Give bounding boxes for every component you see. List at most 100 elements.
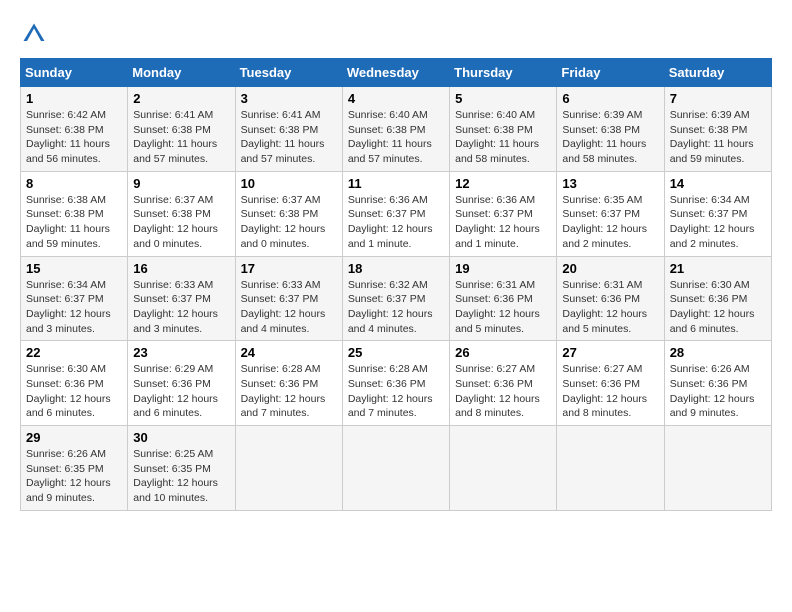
calendar-week-row: 22Sunrise: 6:30 AM Sunset: 6:36 PM Dayli…: [21, 341, 772, 426]
calendar-cell: 13 Sunrise: 6:35 AM Sunset: 6:37 PM Dayli…: [557, 171, 664, 256]
calendar-cell: 15Sunrise: 6:34 AM Sunset: 6:37 PM Dayli…: [21, 256, 128, 341]
calendar-cell: 12 Sunrise: 6:36 AM Sunset: 6:37 PM Dayli…: [450, 171, 557, 256]
day-number: 23: [133, 345, 229, 360]
calendar-cell: 1Sunrise: 6:42 AM Sunset: 6:38 PM Daylig…: [21, 87, 128, 172]
day-detail: Sunrise: 6:27 AM Sunset: 6:36 PM Dayligh…: [562, 362, 658, 421]
day-detail: Sunrise: 6:26 AM Sunset: 6:35 PM Dayligh…: [26, 447, 122, 506]
day-number: 19: [455, 261, 551, 276]
day-number: 28: [670, 345, 766, 360]
calendar-cell: 5 Sunrise: 6:40 AM Sunset: 6:38 PM Daylig…: [450, 87, 557, 172]
day-detail: Sunrise: 6:27 AM Sunset: 6:36 PM Dayligh…: [455, 362, 551, 421]
calendar-cell: [450, 426, 557, 511]
day-number: 7: [670, 91, 766, 106]
day-detail: Sunrise: 6:40 AM Sunset: 6:38 PM Dayligh…: [348, 108, 444, 167]
calendar-cell: 10 Sunrise: 6:37 AM Sunset: 6:38 PM Dayli…: [235, 171, 342, 256]
calendar-cell: [557, 426, 664, 511]
day-number: 30: [133, 430, 229, 445]
day-detail: Sunrise: 6:31 AM Sunset: 6:36 PM Dayligh…: [562, 278, 658, 337]
logo-icon: [20, 20, 48, 48]
col-monday: Monday: [128, 59, 235, 87]
calendar-week-row: 8 Sunrise: 6:38 AM Sunset: 6:38 PM Daylig…: [21, 171, 772, 256]
day-detail: Sunrise: 6:36 AM Sunset: 6:37 PM Dayligh…: [348, 193, 444, 252]
day-detail: Sunrise: 6:41 AM Sunset: 6:38 PM Dayligh…: [133, 108, 229, 167]
calendar-cell: 4 Sunrise: 6:40 AM Sunset: 6:38 PM Daylig…: [342, 87, 449, 172]
day-detail: Sunrise: 6:39 AM Sunset: 6:38 PM Dayligh…: [670, 108, 766, 167]
day-number: 18: [348, 261, 444, 276]
day-detail: Sunrise: 6:28 AM Sunset: 6:36 PM Dayligh…: [348, 362, 444, 421]
calendar-week-row: 15Sunrise: 6:34 AM Sunset: 6:37 PM Dayli…: [21, 256, 772, 341]
day-number: 26: [455, 345, 551, 360]
calendar-cell: [664, 426, 771, 511]
page-header: [20, 20, 772, 48]
day-number: 4: [348, 91, 444, 106]
calendar-cell: 30Sunrise: 6:25 AM Sunset: 6:35 PM Dayli…: [128, 426, 235, 511]
calendar-cell: 28 Sunrise: 6:26 AM Sunset: 6:36 PM Dayli…: [664, 341, 771, 426]
day-number: 5: [455, 91, 551, 106]
calendar-cell: [342, 426, 449, 511]
calendar-header-row: Sunday Monday Tuesday Wednesday Thursday…: [21, 59, 772, 87]
day-number: 6: [562, 91, 658, 106]
col-thursday: Thursday: [450, 59, 557, 87]
day-detail: Sunrise: 6:42 AM Sunset: 6:38 PM Dayligh…: [26, 108, 122, 167]
col-tuesday: Tuesday: [235, 59, 342, 87]
day-number: 29: [26, 430, 122, 445]
day-number: 25: [348, 345, 444, 360]
calendar-cell: 11 Sunrise: 6:36 AM Sunset: 6:37 PM Dayli…: [342, 171, 449, 256]
calendar-cell: 8 Sunrise: 6:38 AM Sunset: 6:38 PM Daylig…: [21, 171, 128, 256]
calendar-cell: 29 Sunrise: 6:26 AM Sunset: 6:35 PM Dayli…: [21, 426, 128, 511]
calendar-cell: 16 Sunrise: 6:33 AM Sunset: 6:37 PM Dayli…: [128, 256, 235, 341]
calendar-cell: 6 Sunrise: 6:39 AM Sunset: 6:38 PM Daylig…: [557, 87, 664, 172]
day-number: 20: [562, 261, 658, 276]
day-detail: Sunrise: 6:37 AM Sunset: 6:38 PM Dayligh…: [241, 193, 337, 252]
day-number: 17: [241, 261, 337, 276]
day-number: 10: [241, 176, 337, 191]
day-number: 24: [241, 345, 337, 360]
day-detail: Sunrise: 6:36 AM Sunset: 6:37 PM Dayligh…: [455, 193, 551, 252]
day-detail: Sunrise: 6:31 AM Sunset: 6:36 PM Dayligh…: [455, 278, 551, 337]
calendar-cell: 7 Sunrise: 6:39 AM Sunset: 6:38 PM Daylig…: [664, 87, 771, 172]
day-number: 27: [562, 345, 658, 360]
calendar-week-row: 1Sunrise: 6:42 AM Sunset: 6:38 PM Daylig…: [21, 87, 772, 172]
calendar-cell: [235, 426, 342, 511]
calendar-cell: 22Sunrise: 6:30 AM Sunset: 6:36 PM Dayli…: [21, 341, 128, 426]
calendar-cell: 9 Sunrise: 6:37 AM Sunset: 6:38 PM Daylig…: [128, 171, 235, 256]
calendar-cell: 20 Sunrise: 6:31 AM Sunset: 6:36 PM Dayli…: [557, 256, 664, 341]
calendar-cell: 23 Sunrise: 6:29 AM Sunset: 6:36 PM Dayli…: [128, 341, 235, 426]
calendar-cell: 24 Sunrise: 6:28 AM Sunset: 6:36 PM Dayli…: [235, 341, 342, 426]
day-number: 3: [241, 91, 337, 106]
calendar-cell: 14 Sunrise: 6:34 AM Sunset: 6:37 PM Dayli…: [664, 171, 771, 256]
calendar-cell: 18Sunrise: 6:32 AM Sunset: 6:37 PM Dayli…: [342, 256, 449, 341]
calendar-cell: 21Sunrise: 6:30 AM Sunset: 6:36 PM Dayli…: [664, 256, 771, 341]
day-number: 16: [133, 261, 229, 276]
day-detail: Sunrise: 6:37 AM Sunset: 6:38 PM Dayligh…: [133, 193, 229, 252]
day-detail: Sunrise: 6:40 AM Sunset: 6:38 PM Dayligh…: [455, 108, 551, 167]
day-number: 2: [133, 91, 229, 106]
day-detail: Sunrise: 6:28 AM Sunset: 6:36 PM Dayligh…: [241, 362, 337, 421]
day-number: 15: [26, 261, 122, 276]
day-number: 14: [670, 176, 766, 191]
day-detail: Sunrise: 6:29 AM Sunset: 6:36 PM Dayligh…: [133, 362, 229, 421]
day-detail: Sunrise: 6:41 AM Sunset: 6:38 PM Dayligh…: [241, 108, 337, 167]
day-number: 11: [348, 176, 444, 191]
day-detail: Sunrise: 6:26 AM Sunset: 6:36 PM Dayligh…: [670, 362, 766, 421]
day-number: 8: [26, 176, 122, 191]
day-number: 12: [455, 176, 551, 191]
day-number: 21: [670, 261, 766, 276]
calendar-cell: 19 Sunrise: 6:31 AM Sunset: 6:36 PM Dayli…: [450, 256, 557, 341]
calendar-cell: 3 Sunrise: 6:41 AM Sunset: 6:38 PM Daylig…: [235, 87, 342, 172]
day-detail: Sunrise: 6:34 AM Sunset: 6:37 PM Dayligh…: [670, 193, 766, 252]
logo: [20, 20, 52, 48]
day-detail: Sunrise: 6:38 AM Sunset: 6:38 PM Dayligh…: [26, 193, 122, 252]
day-detail: Sunrise: 6:30 AM Sunset: 6:36 PM Dayligh…: [26, 362, 122, 421]
col-saturday: Saturday: [664, 59, 771, 87]
day-number: 13: [562, 176, 658, 191]
calendar-cell: 26 Sunrise: 6:27 AM Sunset: 6:36 PM Dayli…: [450, 341, 557, 426]
calendar-cell: 27 Sunrise: 6:27 AM Sunset: 6:36 PM Dayli…: [557, 341, 664, 426]
day-detail: Sunrise: 6:39 AM Sunset: 6:38 PM Dayligh…: [562, 108, 658, 167]
day-detail: Sunrise: 6:33 AM Sunset: 6:37 PM Dayligh…: [133, 278, 229, 337]
calendar-cell: 25 Sunrise: 6:28 AM Sunset: 6:36 PM Dayli…: [342, 341, 449, 426]
day-number: 9: [133, 176, 229, 191]
col-sunday: Sunday: [21, 59, 128, 87]
day-detail: Sunrise: 6:35 AM Sunset: 6:37 PM Dayligh…: [562, 193, 658, 252]
calendar-cell: 2 Sunrise: 6:41 AM Sunset: 6:38 PM Daylig…: [128, 87, 235, 172]
